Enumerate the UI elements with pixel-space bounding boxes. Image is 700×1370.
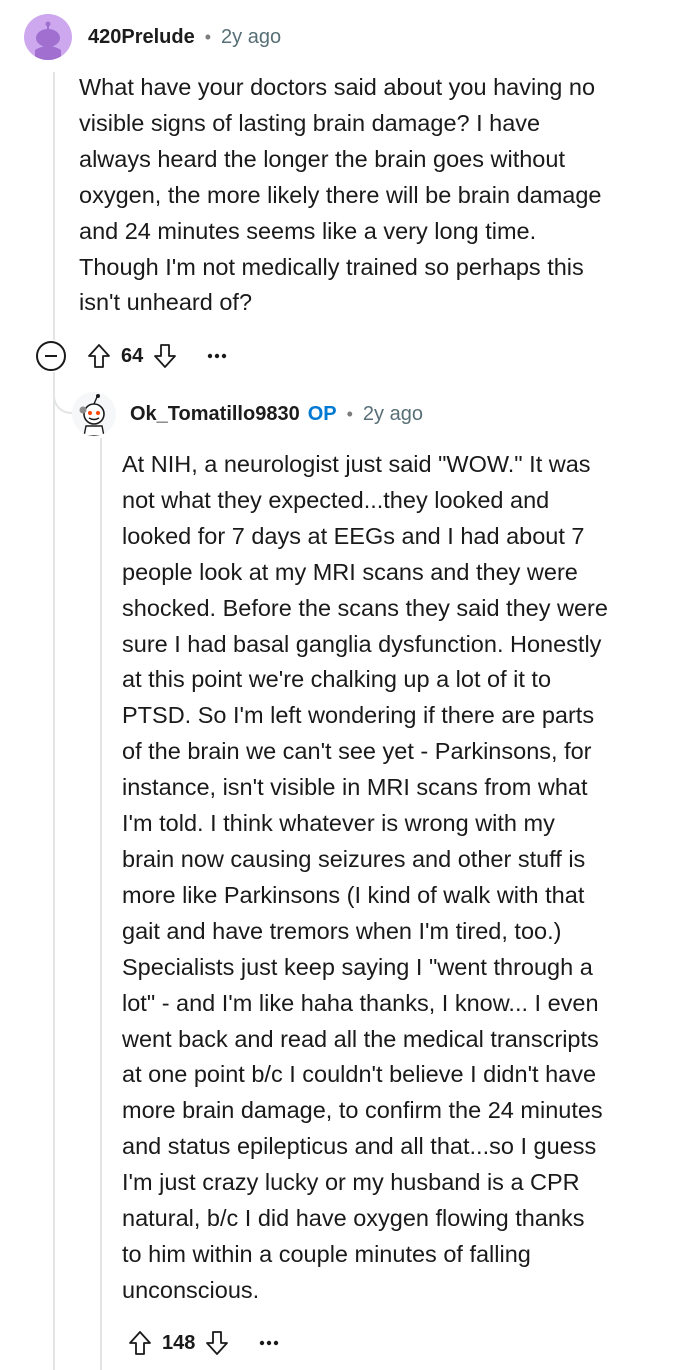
comment-body-line: unconscious. — [122, 1276, 260, 1303]
comment-body-line: looked for 7 days at EEGs and I had abou… — [122, 522, 585, 549]
op-badge: OP — [307, 402, 337, 425]
meta-separator: • — [204, 26, 212, 47]
comment-body-line: instance, isn't visible in MRI scans fro… — [122, 774, 588, 801]
comment-author[interactable]: 420Prelude — [88, 26, 195, 49]
snoo-avatar-icon[interactable] — [24, 14, 72, 60]
comment-body-line: to him within a couple minutes of fallin… — [122, 1240, 531, 1267]
vote-count: 148 — [162, 1331, 196, 1354]
downvote-arrow-icon[interactable] — [204, 1329, 230, 1357]
comment-body-line: gait and have tremors when I'm tired, to… — [122, 917, 562, 944]
upvote-arrow-icon[interactable] — [127, 1329, 153, 1357]
more-options-icon[interactable] — [254, 1328, 284, 1358]
comment-body-line: natural, b/c I did have oxygen flowing t… — [122, 1205, 585, 1232]
comment-body-line: lot" - and I'm like haha thanks, I know.… — [122, 989, 599, 1016]
comment-body-line: sure I had basal ganglia dysfunction. Ho… — [122, 630, 602, 657]
upvote-arrow-icon[interactable] — [86, 342, 112, 370]
comment-body-line: At NIH, a neurologist just said "WOW." I… — [122, 451, 591, 477]
comment-body-line: and status epilepticus and all that...so… — [122, 1133, 597, 1160]
comment-body-line: PTSD. So I'm left wondering if there are… — [122, 702, 595, 729]
comment-body-line: shocked. Before the scans they said they… — [122, 594, 608, 621]
comment-body-line: people look at my MRI scans and they wer… — [122, 558, 578, 585]
comment-body-line: isn't unheard of? — [79, 289, 253, 316]
comment-timestamp[interactable]: 2y ago — [221, 26, 281, 49]
comment-actions: 148 — [127, 1323, 284, 1363]
comment-body-line: oxygen, the more likely there will be br… — [79, 181, 602, 208]
meta-separator: • — [346, 403, 353, 424]
reply-thread-line[interactable] — [100, 438, 102, 1370]
comment-author[interactable]: Ok_Tomatillo9830 — [130, 403, 300, 426]
comment-body-line: went back and read all the medical trans… — [122, 1025, 599, 1052]
comment-body: At NIH, a neurologist just said "WOW." I… — [122, 447, 694, 1309]
comment-body-line: at this point we're chalking up a lot of… — [122, 666, 552, 693]
comment-body-line: I'm just crazy lucky or my husband is a … — [122, 1169, 580, 1196]
comment-body-line: and 24 minutes seems like a very long ti… — [79, 217, 537, 244]
thread-line[interactable] — [53, 72, 55, 340]
downvote-arrow-icon[interactable] — [152, 342, 178, 370]
comment-body-line: What have your doctors said about you ha… — [79, 74, 596, 100]
comment-body-line: at one point b/c I couldn't believe I di… — [122, 1061, 597, 1088]
comment-timestamp[interactable]: 2y ago — [363, 403, 423, 426]
more-options-icon[interactable] — [202, 341, 232, 371]
comment-body-line: more brain damage, to confirm the 24 min… — [122, 1097, 603, 1124]
collapse-minus-icon[interactable] — [34, 339, 68, 373]
comment-header: 420Prelude • 2y ago — [24, 14, 281, 60]
comment-body-line: Specialists just keep saying I "went thr… — [122, 953, 593, 980]
thread-line[interactable] — [53, 372, 55, 1370]
comment-body-line: of the brain we can't see yet - Parkinso… — [122, 738, 592, 765]
comment-body: What have your doctors said about you ha… — [79, 70, 679, 321]
comment-body-line: more like Parkinsons (I kind of walk wit… — [122, 881, 585, 908]
comment-body-line: Though I'm not medically trained so perh… — [79, 253, 584, 280]
snoo-avatar-icon[interactable] — [72, 392, 116, 436]
vote-count: 64 — [121, 344, 144, 367]
comment-header: Ok_Tomatillo9830 OP • 2y ago — [72, 391, 423, 437]
comment-body-line: visible signs of lasting brain damage? I… — [79, 109, 541, 136]
comment-body-line: I'm told. I think whatever is wrong with… — [122, 810, 555, 837]
comment-body-line: brain now causing seizures and other stu… — [122, 845, 586, 872]
comment-body-line: not what they expected...they looked and — [122, 486, 550, 513]
comment-body-line: always heard the longer the brain goes w… — [79, 145, 565, 172]
comment-actions: 64 — [34, 336, 232, 376]
